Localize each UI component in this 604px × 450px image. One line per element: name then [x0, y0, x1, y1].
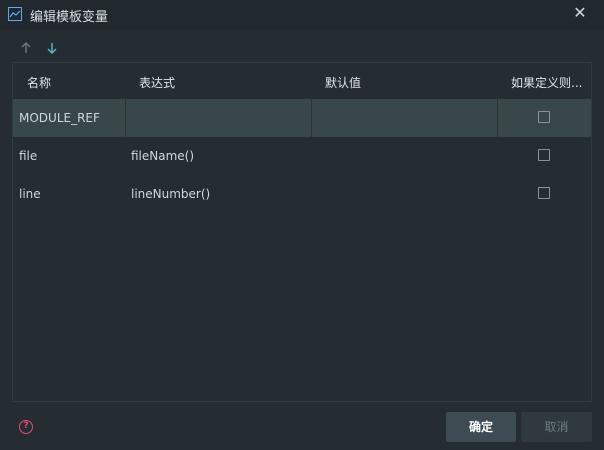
table-header: 名称 表达式 默认值 如果定义则...: [13, 63, 591, 99]
row-name[interactable]: file: [19, 149, 37, 163]
skip-if-defined-checkbox[interactable]: [538, 111, 550, 123]
skip-if-defined-checkbox[interactable]: [538, 149, 550, 161]
row-name[interactable]: MODULE_REF: [19, 111, 100, 125]
variables-table: 名称 表达式 默认值 如果定义则... MODULE_REF file file…: [12, 62, 592, 402]
column-divider: [497, 99, 498, 137]
header-name[interactable]: 名称: [27, 74, 51, 91]
row-name[interactable]: line: [19, 187, 41, 201]
arrow-down-icon[interactable]: [44, 40, 60, 56]
header-expression[interactable]: 表达式: [139, 74, 175, 91]
window-title: 编辑模板变量: [30, 10, 109, 25]
column-divider: [311, 99, 312, 137]
close-icon[interactable]: ✕: [572, 5, 588, 21]
title-bar: 编辑模板变量 ✕: [0, 0, 604, 30]
cancel-button[interactable]: 取消: [521, 412, 592, 442]
row-expression[interactable]: fileName(): [131, 149, 194, 163]
help-icon[interactable]: ?: [19, 420, 33, 434]
toolbar: [12, 38, 592, 60]
row-expression[interactable]: lineNumber(): [131, 187, 210, 201]
table-row[interactable]: MODULE_REF: [13, 99, 591, 137]
column-divider: [125, 99, 126, 137]
skip-if-defined-checkbox[interactable]: [538, 187, 550, 199]
app-logo-icon: [8, 7, 22, 21]
header-default[interactable]: 默认值: [325, 74, 361, 91]
header-skip-if-defined[interactable]: 如果定义则...: [511, 74, 582, 91]
arrow-up-icon[interactable]: [18, 40, 34, 56]
table-row[interactable]: file fileName(): [13, 137, 591, 175]
ok-button[interactable]: 确定: [446, 412, 516, 442]
table-row[interactable]: line lineNumber(): [13, 175, 591, 213]
